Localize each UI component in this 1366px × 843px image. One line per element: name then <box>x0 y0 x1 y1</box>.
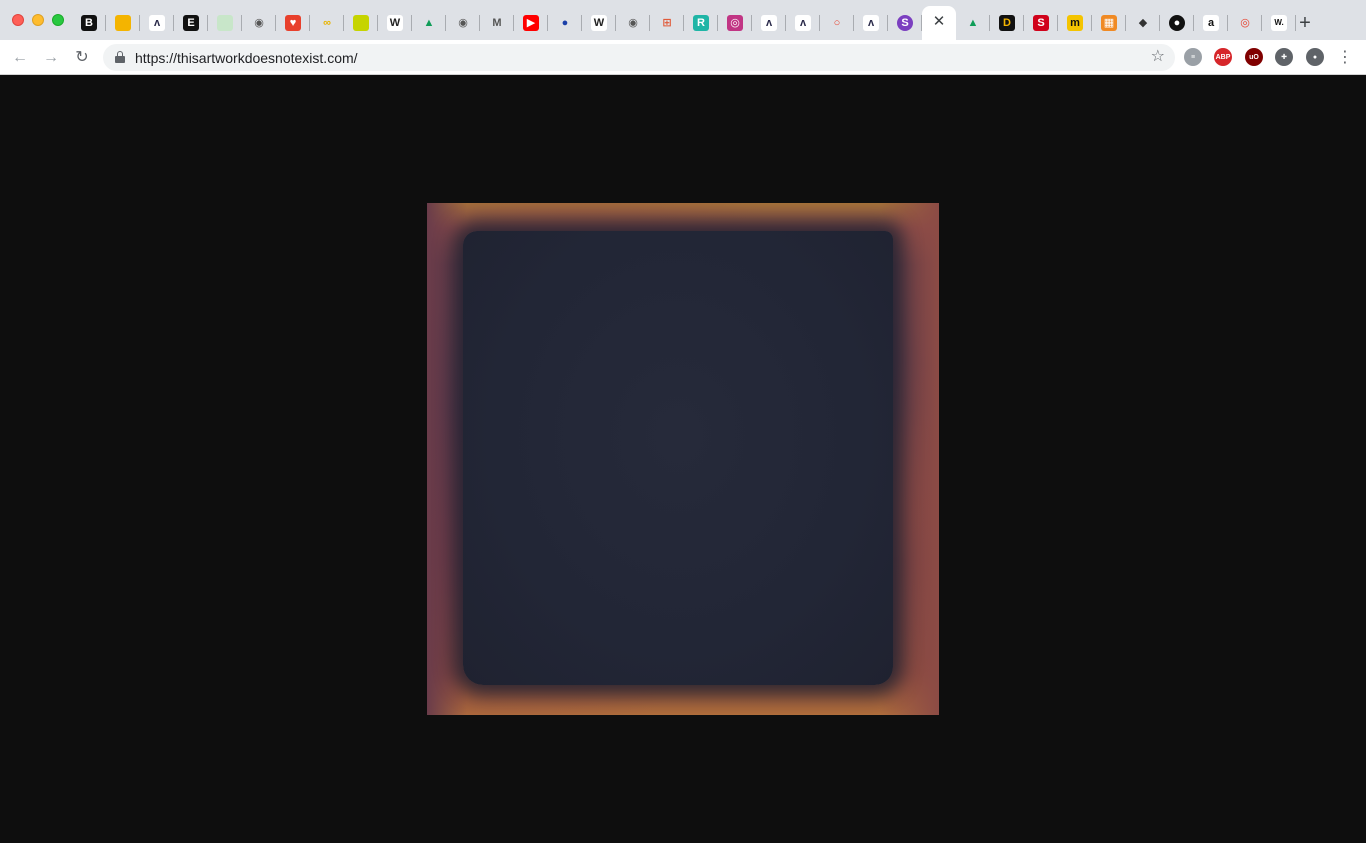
grid-icon: ▦ <box>1101 15 1117 31</box>
window-maximize-button[interactable] <box>52 14 64 26</box>
diamond-icon: ◆ <box>1135 15 1151 31</box>
s-circle-icon: S <box>897 15 913 31</box>
tab[interactable]: W. <box>1262 6 1296 40</box>
browser-window: Bʌ E ◉ ♥ ∞ W ▲ ◉ M ▶ ● W ◉ ⊞ R ◎ ʌ ʌ ○ ʌ S ✕ ▲ D Sm ▦ ◆ ● a ◎ W. + ← →… <box>0 0 1366 843</box>
wikipedia-icon: W <box>387 15 403 31</box>
lock-icon[interactable] <box>115 51 125 63</box>
tab[interactable]: ♥ <box>276 6 310 40</box>
drop-icon: ○ <box>829 15 845 31</box>
tab[interactable]: ⊞ <box>650 6 684 40</box>
globe-icon: ◉ <box>455 15 471 31</box>
tab[interactable]: ◎ <box>1228 6 1262 40</box>
r-icon: R <box>693 15 709 31</box>
url-text[interactable]: https://thisartworkdoesnotexist.com/ <box>135 50 358 66</box>
tab[interactable]: ∞ <box>310 6 344 40</box>
tab[interactable]: ▲ <box>956 6 990 40</box>
tab[interactable]: ʌ <box>786 6 820 40</box>
new-tab-button[interactable]: + <box>1293 12 1317 36</box>
page-content <box>0 75 1366 843</box>
book-icon: ⊞ <box>659 15 675 31</box>
tab[interactable] <box>344 6 378 40</box>
profile-icon[interactable]: ● <box>1306 48 1324 66</box>
browser-menu-button[interactable]: ⋮ <box>1334 47 1356 69</box>
window-close-button[interactable] <box>12 14 24 26</box>
tab[interactable]: ◉ <box>616 6 650 40</box>
bloglovin-icon: B <box>81 15 97 31</box>
tab[interactable]: B <box>72 6 106 40</box>
bird-icon: ʌ <box>761 15 777 31</box>
target-icon: ◎ <box>1237 15 1253 31</box>
back-button[interactable]: ← <box>9 47 31 69</box>
tab[interactable]: D <box>990 6 1024 40</box>
address-bar[interactable]: https://thisartworkdoesnotexist.com/ ☆ <box>103 44 1175 71</box>
sheets-icon <box>217 15 233 31</box>
tab[interactable]: ▶ <box>514 6 548 40</box>
window-minimize-button[interactable] <box>32 14 44 26</box>
browser-toolbar: ← → ↻ https://thisartworkdoesnotexist.co… <box>0 40 1366 75</box>
tab[interactable]: S <box>1024 6 1058 40</box>
bird-icon: ʌ <box>149 15 165 31</box>
ublock-origin-icon[interactable]: uO <box>1245 48 1263 66</box>
tab[interactable]: ◉ <box>242 6 276 40</box>
tab[interactable]: S <box>888 6 922 40</box>
generated-artwork-image <box>427 203 939 715</box>
tab[interactable]: E <box>174 6 208 40</box>
tab[interactable]: ʌ <box>854 6 888 40</box>
tab[interactable]: R <box>684 6 718 40</box>
slides-icon <box>115 15 131 31</box>
blue-orb-icon: ● <box>557 15 573 31</box>
bird-icon: ʌ <box>863 15 879 31</box>
tab[interactable]: M <box>480 6 514 40</box>
tab[interactable]: ʌ <box>752 6 786 40</box>
youtube-icon: ▶ <box>523 15 539 31</box>
m-icon: m <box>1067 15 1083 31</box>
tab[interactable]: ʌ <box>140 6 174 40</box>
tab[interactable]: W <box>582 6 616 40</box>
tab[interactable]: ◆ <box>1126 6 1160 40</box>
tab-list: Bʌ E ◉ ♥ ∞ W ▲ ◉ M ▶ ● W ◉ ⊞ R ◎ ʌ ʌ ○ ʌ S ✕ ▲ D Sm ▦ ◆ ● a ◎ W. <box>72 6 1296 40</box>
tab[interactable]: ○ <box>820 6 854 40</box>
tab[interactable]: ▲ <box>412 6 446 40</box>
close-icon[interactable]: ✕ <box>931 14 947 30</box>
tab-active[interactable]: ✕ <box>922 6 956 40</box>
amazon-icon: a <box>1203 15 1219 31</box>
globe-icon: ◉ <box>625 15 641 31</box>
tab[interactable]: ◉ <box>446 6 480 40</box>
tab[interactable] <box>208 6 242 40</box>
reload-button[interactable]: ↻ <box>71 47 93 69</box>
tab[interactable]: ● <box>1160 6 1194 40</box>
instagram-icon: ◎ <box>727 15 743 31</box>
forward-button[interactable]: → <box>40 47 62 69</box>
database-extension-icon[interactable]: ≡ <box>1184 48 1202 66</box>
artwork-dark-rectangle <box>463 231 893 685</box>
bookmark-star-icon[interactable]: ☆ <box>1151 48 1165 66</box>
drive-icon: ▲ <box>421 15 437 31</box>
medium-icon: M <box>489 15 505 31</box>
d-icon: D <box>999 15 1015 31</box>
w-dot-icon: W. <box>1271 15 1287 31</box>
pocket-icon: ♥ <box>285 15 301 31</box>
adblock-plus-icon[interactable]: ABP <box>1214 48 1232 66</box>
black-circle-icon: ● <box>1169 15 1185 31</box>
tab[interactable] <box>106 6 140 40</box>
extensions-puzzle-icon[interactable]: ✚ <box>1275 48 1293 66</box>
e-icon: E <box>183 15 199 31</box>
drive-icon: ▲ <box>965 15 981 31</box>
s-icon: S <box>1033 15 1049 31</box>
tab[interactable]: ◎ <box>718 6 752 40</box>
wikipedia-icon: W <box>591 15 607 31</box>
tab[interactable]: a <box>1194 6 1228 40</box>
tab[interactable]: ● <box>548 6 582 40</box>
tab[interactable]: W <box>378 6 412 40</box>
cc-icon: ∞ <box>319 15 335 31</box>
globe-icon: ◉ <box>251 15 267 31</box>
tag-icon <box>353 15 369 31</box>
tab[interactable]: ▦ <box>1092 6 1126 40</box>
tab-strip: Bʌ E ◉ ♥ ∞ W ▲ ◉ M ▶ ● W ◉ ⊞ R ◎ ʌ ʌ ○ ʌ S ✕ ▲ D Sm ▦ ◆ ● a ◎ W. + <box>0 0 1366 40</box>
tab[interactable]: m <box>1058 6 1092 40</box>
bird-icon: ʌ <box>795 15 811 31</box>
